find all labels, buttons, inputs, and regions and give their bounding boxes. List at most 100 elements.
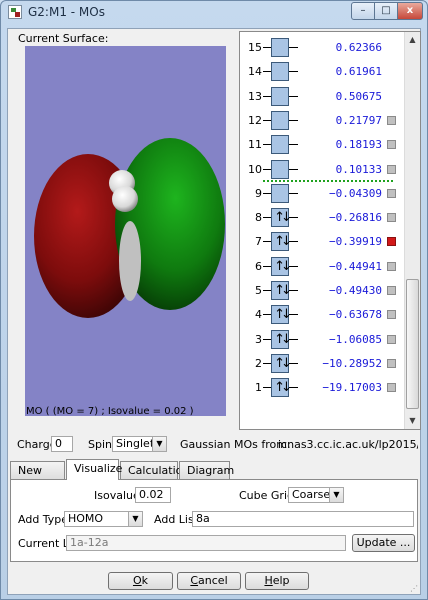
mo-visualize-checkbox[interactable] bbox=[387, 164, 396, 174]
mo-level-row[interactable]: 12 0.21797 bbox=[240, 110, 406, 132]
cube-grid-select[interactable]: Coarse ▼ bbox=[288, 487, 344, 503]
title-bar[interactable]: G2:M1 - MOs – □ x bbox=[1, 1, 427, 23]
spin-select[interactable]: Singlet ▼ bbox=[112, 436, 167, 452]
mo-visualize-checkbox[interactable] bbox=[387, 358, 396, 368]
update-button[interactable]: Update ... bbox=[352, 534, 415, 552]
mo-number: 6 bbox=[255, 259, 262, 273]
mo-level-row[interactable]: 11 0.18193 bbox=[240, 134, 406, 156]
mo-visualize-checkbox[interactable] bbox=[387, 334, 396, 344]
mo-level-box[interactable] bbox=[271, 183, 289, 203]
mo-level-row[interactable]: 2 ↑↓ −10.28952 bbox=[240, 353, 406, 375]
mo-level-box[interactable] bbox=[271, 86, 289, 106]
mo-level-row[interactable]: 5 ↑↓ −0.49430 bbox=[240, 280, 406, 302]
resize-grip-icon[interactable]: ⋰ bbox=[410, 584, 418, 593]
tab-calculation[interactable]: Calculation bbox=[120, 461, 189, 479]
dialog-client-area: Current Surface: MO ((MO = 7) ; Isovalu… bbox=[7, 28, 421, 595]
mo-number: 12 bbox=[248, 113, 262, 127]
scroll-down-icon[interactable]: ▼ bbox=[405, 413, 420, 429]
tab-new-mos[interactable]: New MOs bbox=[10, 461, 65, 490]
cancel-button[interactable]: Cancel bbox=[177, 572, 241, 590]
scroll-thumb[interactable] bbox=[406, 279, 419, 409]
mo-level-line bbox=[263, 47, 271, 48]
mo-energy: −0.39919 bbox=[329, 235, 382, 249]
mo-energy: −0.04309 bbox=[329, 186, 382, 200]
mo-level-box[interactable] bbox=[271, 38, 289, 57]
mo-level-line bbox=[289, 241, 298, 243]
current-list-field: 1a-12a bbox=[66, 535, 346, 551]
mo-energy: −1.06085 bbox=[329, 332, 382, 346]
electron-pair-icon: ↑↓ bbox=[274, 380, 292, 396]
mo-level-row[interactable]: 8 ↑↓ −0.26816 bbox=[240, 207, 406, 229]
mo-level-line bbox=[263, 168, 271, 170]
mo-level-box[interactable]: ↑↓ bbox=[271, 305, 292, 325]
ok-button[interactable]: Ok bbox=[108, 572, 173, 590]
maximize-button[interactable]: □ bbox=[374, 2, 398, 20]
mo-visualize-checkbox[interactable] bbox=[387, 286, 396, 295]
orbital-isosurface-render bbox=[34, 138, 225, 318]
homo-lumo-divider bbox=[263, 179, 393, 182]
mo-level-box[interactable] bbox=[271, 159, 289, 179]
mo-visualize-checkbox[interactable] bbox=[387, 261, 396, 271]
help-button[interactable]: Help bbox=[245, 572, 309, 590]
electron-pair-icon: ↑↓ bbox=[274, 355, 292, 371]
mo-level-row[interactable]: 13 0.50675 bbox=[240, 86, 406, 108]
scroll-up-icon[interactable]: ▲ bbox=[405, 32, 420, 48]
tab-visualize[interactable]: Visualize bbox=[66, 459, 122, 480]
mo-level-row[interactable]: 7 ↑↓ −0.39919 bbox=[240, 231, 406, 253]
window-title: G2:M1 - MOs bbox=[28, 5, 105, 19]
gaussview-app-icon bbox=[8, 5, 22, 19]
mo-level-box[interactable] bbox=[271, 135, 289, 155]
mo-visualize-checkbox[interactable] bbox=[387, 310, 396, 320]
mo-visualize-checkbox[interactable] bbox=[387, 115, 396, 125]
mo-visualize-checkbox[interactable] bbox=[387, 188, 396, 198]
isovalue-field[interactable]: 0.02 bbox=[135, 487, 171, 503]
mo-level-row[interactable]: 9 −0.04309 bbox=[240, 183, 406, 205]
mo-number: 7 bbox=[255, 235, 262, 249]
mo-energy-diagram[interactable]: 15 0.62366 14 0.61961 13 0.50675 12 0.21797 11 0.… bbox=[239, 31, 421, 430]
mo-list-scrollbar[interactable]: ▲ ▼ bbox=[404, 32, 420, 429]
mo-level-row[interactable]: 1 ↑↓ −19.17003 bbox=[240, 377, 406, 399]
mo-surface-viewport[interactable] bbox=[25, 46, 226, 416]
mo-level-line bbox=[263, 314, 271, 316]
mo-level-line bbox=[263, 362, 271, 364]
mo-level-row[interactable]: 15 0.62366 bbox=[240, 37, 406, 59]
gaussian-mos-from-label: Gaussian MOs from: bbox=[180, 438, 291, 451]
mo-level-line bbox=[289, 47, 298, 48]
add-type-select[interactable]: HOMO ▼ bbox=[64, 511, 143, 527]
mo-energy: −0.26816 bbox=[329, 211, 382, 225]
mo-level-box[interactable]: ↑↓ bbox=[271, 232, 292, 252]
mo-level-line bbox=[289, 217, 298, 219]
mo-energy: 0.62366 bbox=[335, 41, 382, 54]
mo-selected-checkbox[interactable] bbox=[387, 237, 396, 247]
mo-level-row[interactable]: 3 ↑↓ −1.06085 bbox=[240, 329, 406, 351]
mo-window: G2:M1 - MOs – □ x Current Surface: MO (… bbox=[0, 0, 428, 600]
mo-level-row[interactable]: 4 ↑↓ −0.63678 bbox=[240, 304, 406, 326]
mo-level-box[interactable]: ↑↓ bbox=[271, 208, 292, 228]
mo-level-row[interactable]: 6 ↑↓ −0.44941 bbox=[240, 256, 406, 278]
mo-level-row[interactable]: 14 0.61961 bbox=[240, 61, 406, 83]
mo-visualize-checkbox[interactable] bbox=[387, 383, 396, 393]
mo-level-box[interactable] bbox=[271, 62, 289, 82]
mo-number: 11 bbox=[248, 138, 262, 152]
minimize-button[interactable]: – bbox=[351, 2, 375, 20]
mo-level-box[interactable]: ↑↓ bbox=[271, 281, 292, 300]
close-button[interactable]: x bbox=[397, 2, 423, 20]
chevron-down-icon: ▼ bbox=[152, 437, 166, 451]
charge-field[interactable]: 0 bbox=[51, 436, 73, 452]
electron-pair-icon: ↑↓ bbox=[274, 210, 292, 226]
add-type-value: HOMO bbox=[68, 512, 104, 525]
mo-level-box[interactable]: ↑↓ bbox=[271, 378, 292, 398]
mo-level-line bbox=[263, 217, 271, 219]
add-list-field[interactable]: 8a bbox=[192, 511, 414, 527]
mo-energy: 0.10133 bbox=[335, 162, 382, 176]
mo-level-box[interactable]: ↑↓ bbox=[271, 353, 292, 373]
gaussian-mos-source-path: icnas3.cc.ic.ac.uk/lp2015/Desktop bbox=[278, 438, 418, 451]
mo-level-line bbox=[263, 119, 271, 121]
mo-visualize-checkbox[interactable] bbox=[387, 140, 396, 150]
mo-level-row[interactable]: 10 0.10133 bbox=[240, 159, 406, 181]
mo-level-box[interactable]: ↑↓ bbox=[271, 329, 292, 349]
tab-diagram[interactable]: Diagram bbox=[179, 461, 234, 479]
mo-visualize-checkbox[interactable] bbox=[387, 213, 396, 223]
mo-level-box[interactable] bbox=[271, 110, 289, 130]
mo-level-box[interactable]: ↑↓ bbox=[271, 256, 292, 276]
